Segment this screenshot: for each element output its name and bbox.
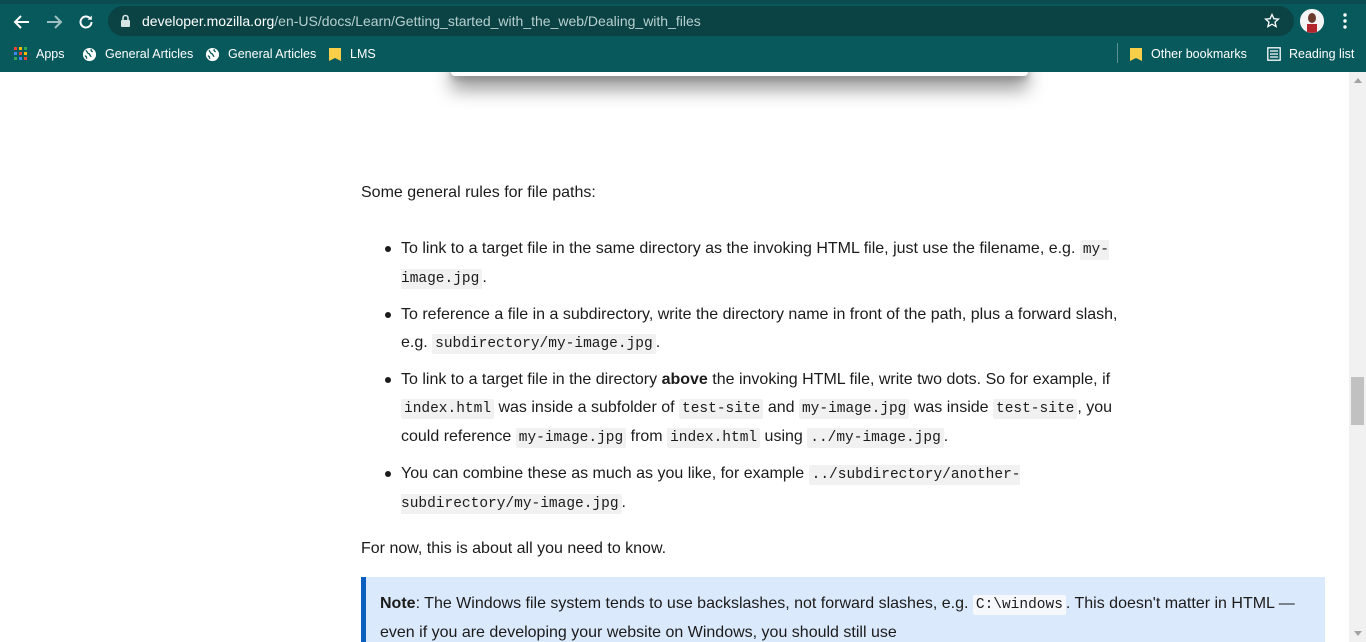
note-body: : The Windows file system tends to use b…	[415, 595, 969, 612]
bookmark-label: LMS	[350, 47, 376, 61]
inline-code: test-site	[993, 399, 1078, 419]
punctuation: .	[482, 269, 487, 286]
triangle-up-icon	[1353, 78, 1362, 83]
inline-code: my-image.jpg	[798, 399, 910, 419]
inline-code: index.html	[667, 428, 761, 448]
bookmark-apps[interactable]: Apps	[14, 44, 65, 64]
forward-button[interactable]	[40, 8, 68, 36]
tab-strip-edge	[0, 0, 1366, 4]
list-item: You can combine these as much as you lik…	[361, 460, 1131, 518]
note-callout: Note: The Windows file system tends to u…	[361, 577, 1325, 642]
list-item: To reference a file in a subdirectory, w…	[361, 301, 1131, 358]
list-item: To link to a target file in the director…	[361, 366, 1131, 452]
inline-code: test-site	[679, 399, 764, 419]
more-vertical-icon	[1343, 13, 1347, 29]
reload-icon	[79, 15, 93, 29]
inline-code: C:\windows	[972, 595, 1066, 615]
scrollbar-thumb[interactable]	[1351, 377, 1364, 425]
url-host: developer.mozilla.org	[142, 13, 275, 29]
other-bookmarks-label: Other bookmarks	[1151, 47, 1247, 61]
inline-code: subdirectory/my-image.jpg	[432, 334, 656, 354]
file-path-rules-list: To link to a target file in the same dir…	[361, 235, 1131, 526]
inline-code: index.html	[401, 399, 495, 419]
summary-paragraph: For now, this is about all you need to k…	[361, 540, 667, 557]
triangle-down-icon	[1353, 631, 1362, 636]
reading-list-label: Reading list	[1289, 47, 1355, 61]
url-text: developer.mozilla.org/en-US/docs/Learn/G…	[142, 13, 701, 29]
profile-avatar[interactable]	[1300, 9, 1324, 33]
url-path: /en-US/docs/Learn/Getting_started_with_t…	[274, 13, 701, 29]
scroll-up-button[interactable]	[1349, 72, 1366, 89]
person-icon	[1300, 9, 1324, 33]
figure-screenshot-card	[451, 72, 1028, 76]
rule-text: the invoking HTML file, write two dots. …	[712, 371, 1111, 388]
rule-text: was inside a subfolder of	[498, 399, 675, 416]
emphasis-above: above	[661, 371, 708, 388]
rule-text: You can combine these as much as you lik…	[401, 465, 805, 482]
reading-list-icon	[1267, 47, 1281, 61]
bookmark-general-articles-1[interactable]: General Articles	[82, 44, 193, 64]
bookmark-label: Apps	[36, 47, 65, 61]
back-arrow-icon	[13, 15, 29, 29]
globe-icon	[82, 47, 97, 61]
bookmark-label: General Articles	[228, 47, 317, 61]
back-button[interactable]	[8, 8, 36, 36]
bookmark-general-articles-2[interactable]: General Articles	[205, 44, 316, 64]
browser-toolbar: developer.mozilla.org/en-US/docs/Learn/G…	[0, 0, 1366, 72]
rule-text: from	[630, 428, 663, 445]
bookmark-lms[interactable]: LMS	[328, 44, 376, 64]
forward-arrow-icon	[47, 15, 63, 29]
rule-text: was inside	[913, 399, 989, 416]
punctuation: .	[943, 428, 949, 445]
note-label: Note	[380, 595, 416, 612]
reading-list[interactable]: Reading list	[1267, 44, 1354, 64]
bookmark-star-icon[interactable]	[1264, 13, 1280, 29]
lock-icon	[121, 14, 130, 27]
punctuation: .	[655, 334, 661, 351]
globe-icon	[205, 47, 220, 61]
note-text: Note: The Windows file system tends to u…	[380, 590, 1310, 642]
list-item: To link to a target file in the same dir…	[361, 235, 1131, 293]
bookmark-label: General Articles	[105, 47, 194, 61]
rules-heading-paragraph: Some general rules for file paths:	[361, 184, 596, 201]
bookmarks-separator	[1117, 43, 1118, 63]
other-bookmarks[interactable]: Other bookmarks	[1129, 44, 1247, 64]
browser-menu-button[interactable]	[1338, 10, 1352, 32]
punctuation: .	[621, 494, 626, 511]
rule-text: and	[767, 399, 795, 416]
folder-icon	[329, 47, 341, 61]
page-scrollbar[interactable]	[1349, 72, 1366, 642]
folder-icon	[1130, 47, 1142, 61]
apps-grid-icon	[14, 47, 27, 60]
rule-text: To link to a target file in the director…	[401, 371, 658, 388]
inline-code: my-image.jpg	[515, 428, 627, 448]
rule-text: To link to a target file in the same dir…	[401, 240, 1076, 257]
rule-text: using	[764, 428, 803, 445]
scroll-down-button[interactable]	[1349, 625, 1366, 642]
reload-button[interactable]	[72, 8, 100, 36]
inline-code: ../my-image.jpg	[807, 428, 944, 448]
bookmarks-bar: Apps General Articles General Articles L…	[0, 40, 1366, 66]
page-viewport: Some general rules for file paths: To li…	[0, 72, 1349, 642]
address-bar[interactable]: developer.mozilla.org/en-US/docs/Learn/G…	[108, 6, 1294, 36]
